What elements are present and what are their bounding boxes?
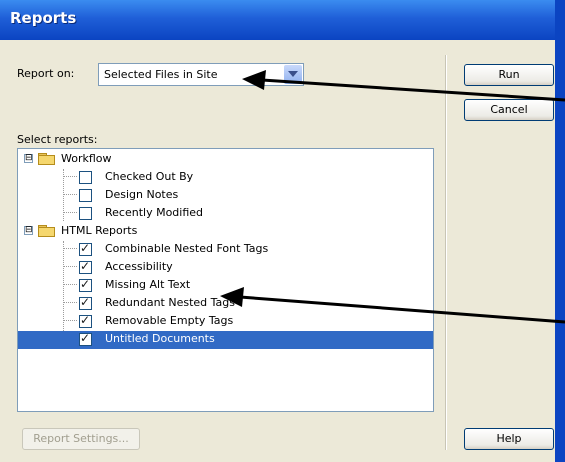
reports-dialog: Reports Report on: Selected Files in Sit… <box>0 0 565 462</box>
annotation-arrows <box>220 70 565 324</box>
annotation-arrow-report-on <box>242 70 565 102</box>
annotation-arrow-missing-alt-text <box>220 287 565 324</box>
